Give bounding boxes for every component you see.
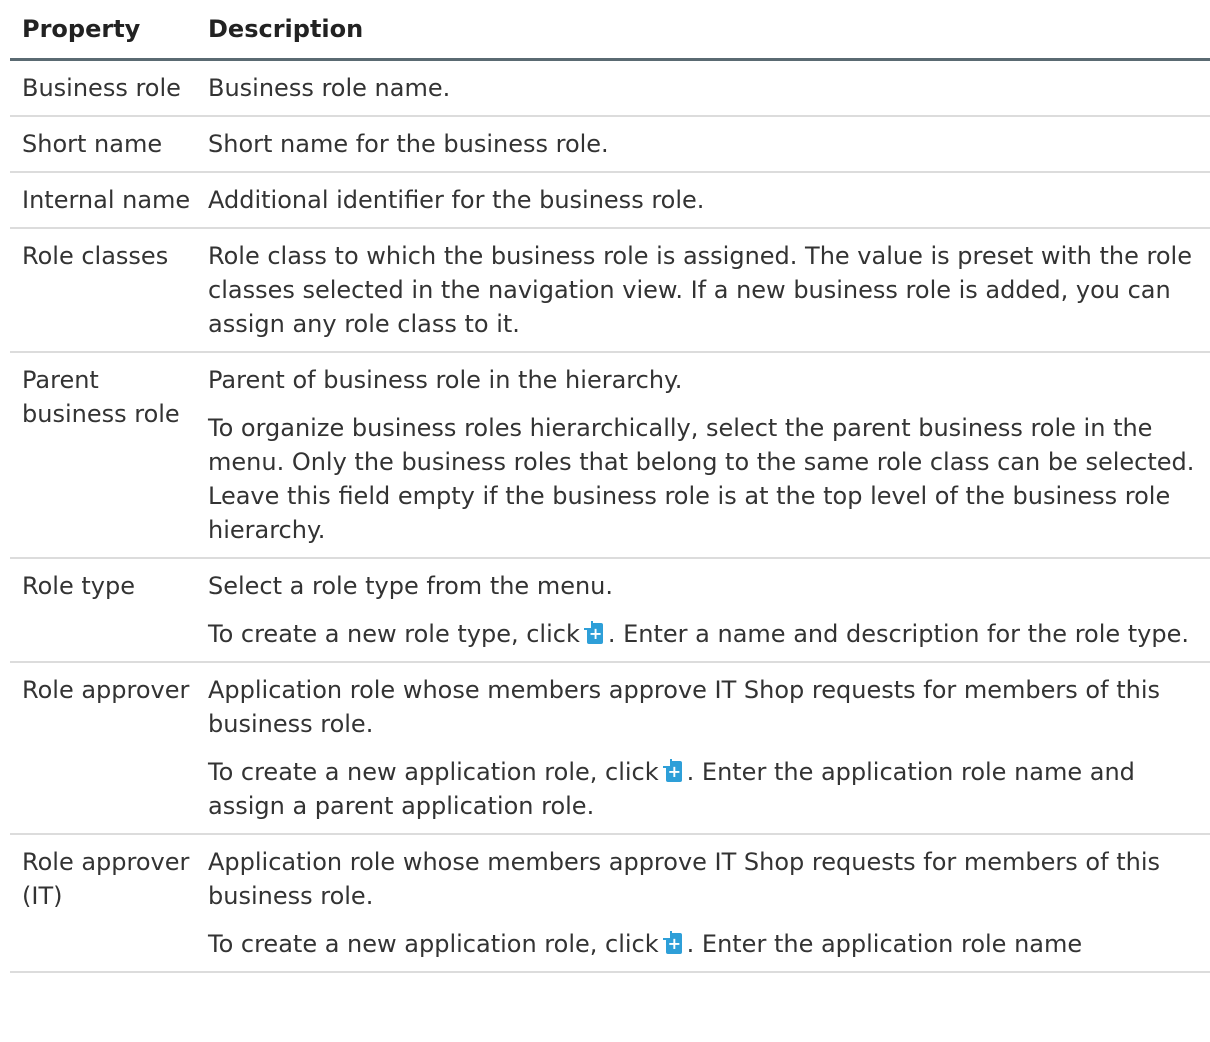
create-text-after: . Enter the application role name — [686, 930, 1083, 958]
table-header: Property Description — [10, 0, 1210, 61]
add-new-icon[interactable]: + — [662, 931, 683, 955]
create-instruction: To create a new application role, click +… — [208, 755, 1210, 823]
description-cell: Short name for the business role. — [196, 117, 1210, 171]
description-text: Application role whose members approve I… — [208, 848, 1160, 910]
description-text: Business role name. — [208, 74, 451, 102]
create-text-after: . Enter a name and description for the r… — [607, 620, 1190, 648]
description-cell: Application role whose members approve I… — [196, 663, 1210, 833]
property-cell: Short name — [22, 130, 163, 158]
property-cell: Business role — [22, 74, 181, 102]
description-cell: Business role name. — [196, 61, 1210, 115]
table-row: Role type Select a role type from the me… — [10, 559, 1210, 663]
table-row: Role classes Role class to which the bus… — [10, 229, 1210, 353]
description-text: Application role whose members approve I… — [208, 676, 1160, 738]
property-cell: Role classes — [22, 242, 169, 270]
description-text: Role class to which the business role is… — [208, 242, 1192, 338]
description-text: Additional identifier for the business r… — [208, 186, 705, 214]
create-instruction: To create a new role type, click +. Enter… — [208, 617, 1210, 651]
description-text: To organize business roles hierarchicall… — [208, 414, 1195, 544]
header-property: Property — [22, 15, 141, 43]
description-cell: Additional identifier for the business r… — [196, 173, 1210, 227]
description-text: Short name for the business role. — [208, 130, 609, 158]
property-cell: Parent business role — [22, 366, 180, 428]
table-row: Internal name Additional identifier for … — [10, 173, 1210, 229]
table-row: Role approver (IT) Application role whos… — [10, 835, 1210, 973]
table-row: Business role Business role name. — [10, 61, 1210, 117]
property-cell: Role approver — [22, 676, 190, 704]
property-table: Property Description Business role Busin… — [10, 0, 1210, 973]
description-cell: Role class to which the business role is… — [196, 229, 1210, 351]
property-cell: Role approver (IT) — [22, 848, 190, 910]
description-cell: Application role whose members approve I… — [196, 835, 1210, 971]
description-text: Select a role type from the menu. — [208, 572, 614, 600]
property-cell: Role type — [22, 572, 135, 600]
description-cell: Parent of business role in the hierarchy… — [196, 353, 1210, 557]
description-text: Parent of business role in the hierarchy… — [208, 366, 683, 394]
create-text-before: To create a new role type, click — [208, 620, 580, 648]
add-new-icon[interactable]: + — [583, 621, 604, 645]
create-text-before: To create a new application role, click — [208, 930, 659, 958]
create-text-before: To create a new application role, click — [208, 758, 659, 786]
add-new-icon[interactable]: + — [662, 759, 683, 783]
property-cell: Internal name — [22, 186, 191, 214]
create-instruction: To create a new application role, click +… — [208, 927, 1210, 961]
header-description: Description — [208, 15, 364, 43]
description-cell: Select a role type from the menu. To cre… — [196, 559, 1210, 661]
table-row: Short name Short name for the business r… — [10, 117, 1210, 173]
table-row: Parent business role Parent of business … — [10, 353, 1210, 559]
table-row: Role approver Application role whose mem… — [10, 663, 1210, 835]
